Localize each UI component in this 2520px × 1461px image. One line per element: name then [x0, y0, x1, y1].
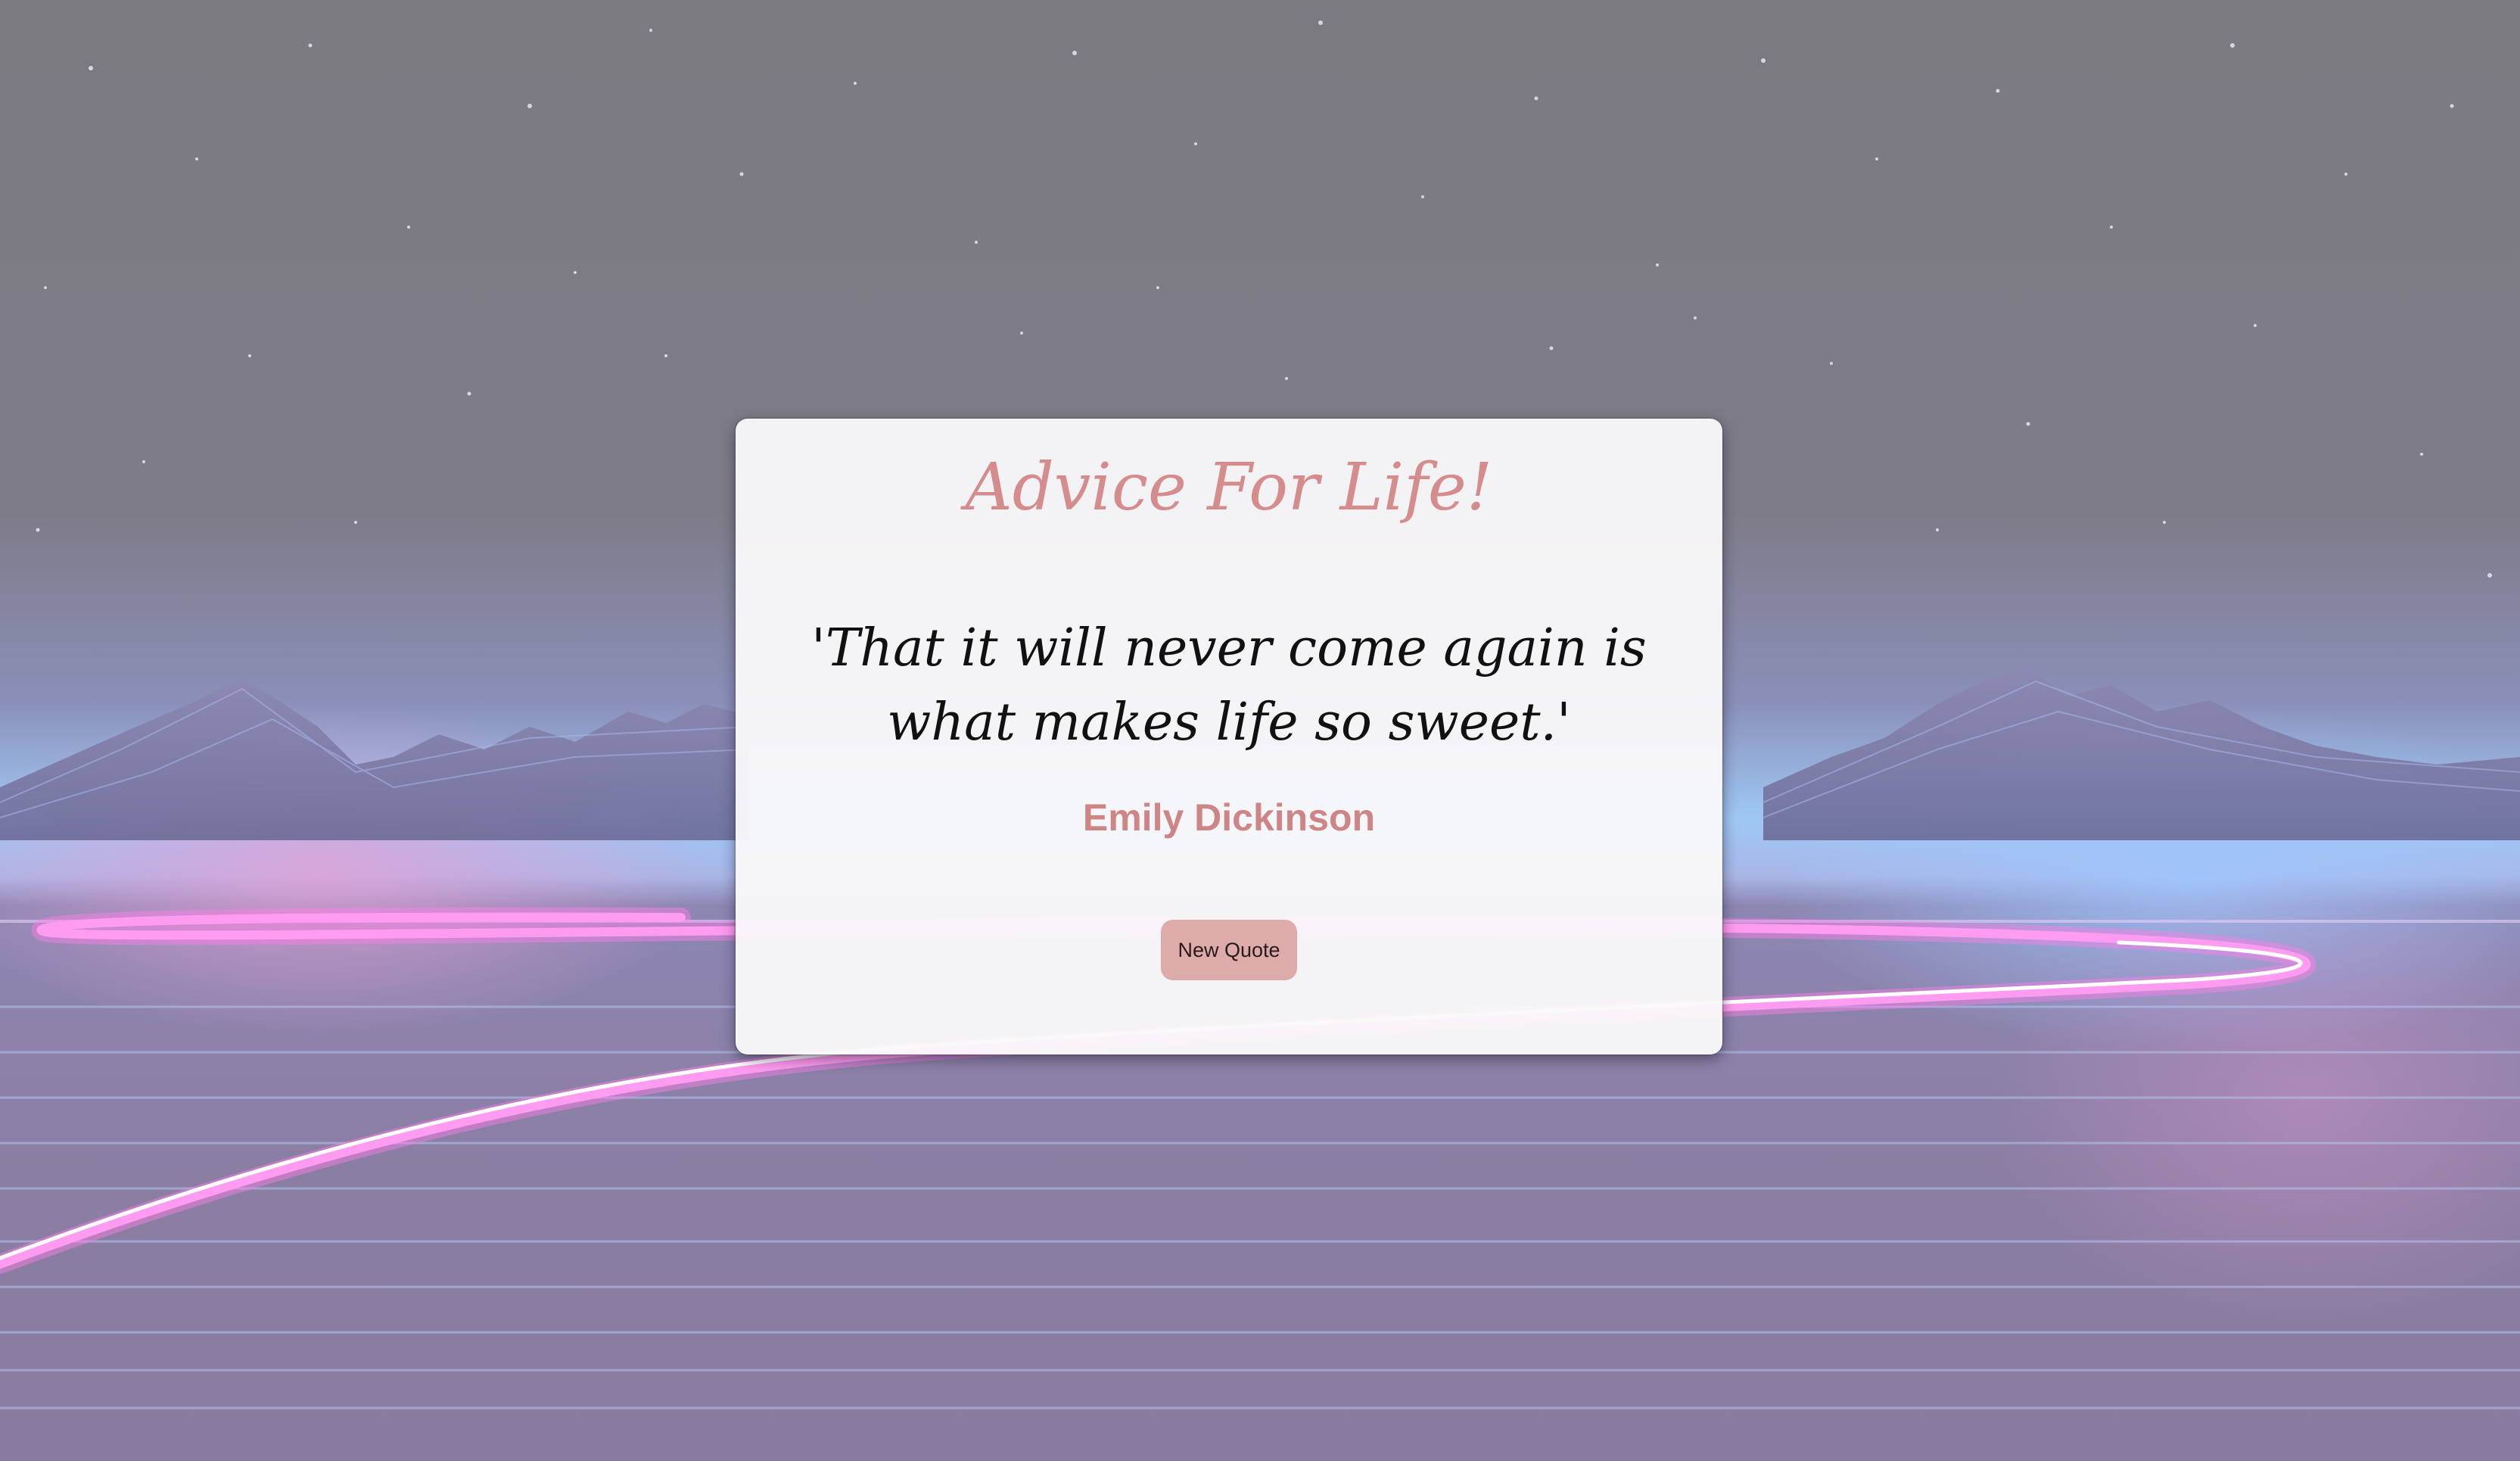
quote-card: Advice For Life! 'That it will never com…	[736, 419, 1722, 1054]
page-title: Advice For Life!	[965, 450, 1493, 525]
quote-author: Emily Dickinson	[1082, 796, 1376, 839]
quote-text: 'That it will never come again is what m…	[811, 618, 1647, 752]
new-quote-button[interactable]: New Quote	[1161, 920, 1297, 980]
